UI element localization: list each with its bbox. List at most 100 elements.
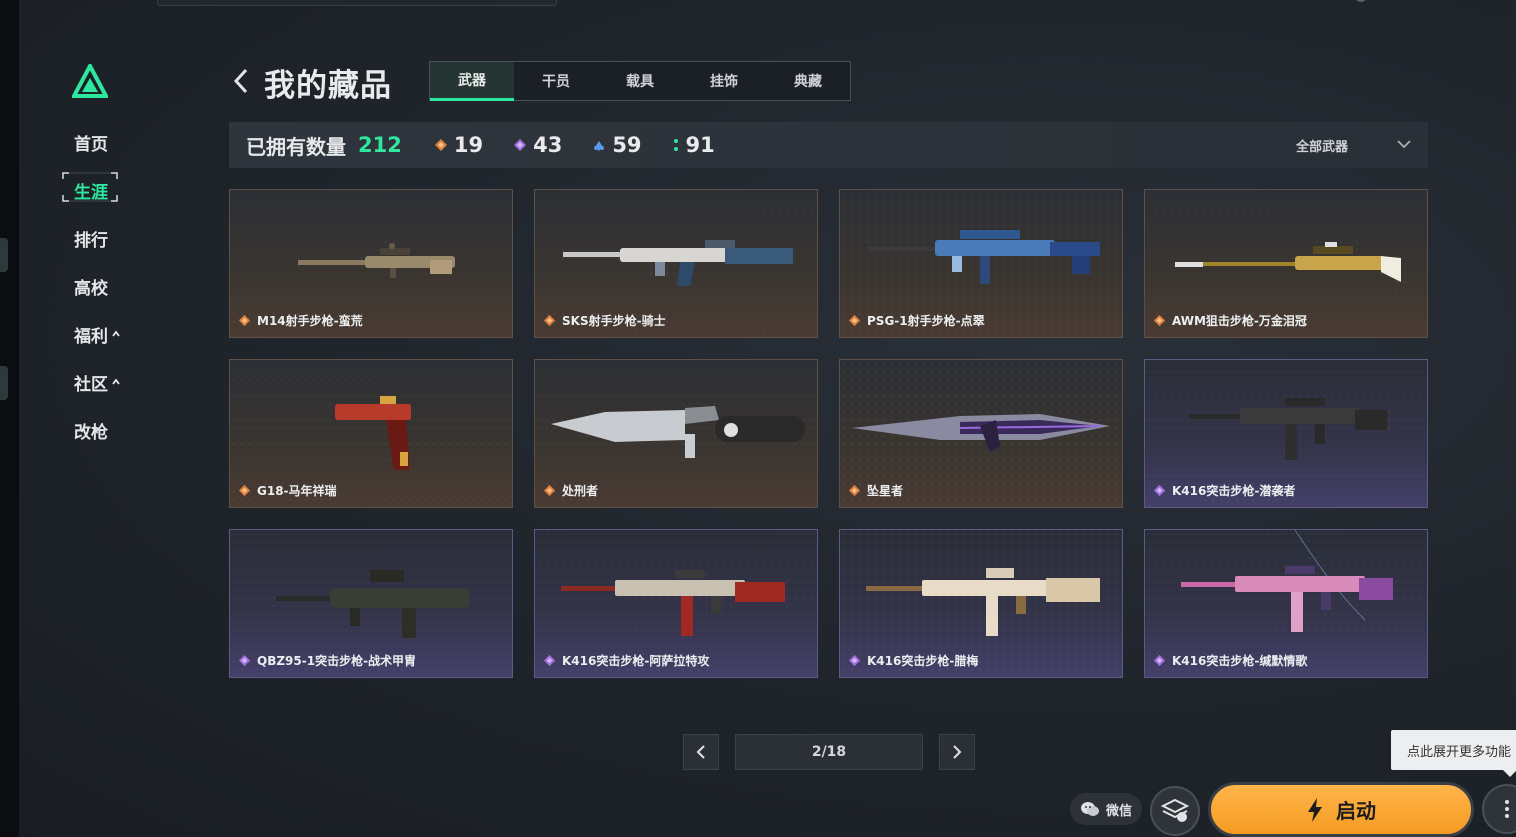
gold-diamond-icon: [434, 139, 447, 151]
edge-marker: [0, 238, 8, 272]
tab-operators[interactable]: 干员: [514, 62, 598, 100]
weapon-image-awm: [1175, 242, 1401, 282]
wechat-label: 微信: [1106, 803, 1133, 819]
weapon-image-starfall-knife: [852, 414, 1110, 452]
weapon-card[interactable]: AWM狙击步枪-万金泪冠: [1144, 189, 1428, 338]
tab-vehicles[interactable]: 载具: [598, 62, 682, 100]
weapon-image-executioner-knife: [551, 406, 805, 458]
sidebar-item-label: 排行: [74, 230, 108, 251]
sidebar-item-label: 高校: [74, 278, 108, 299]
rarity-blue-count: 59: [592, 133, 642, 157]
top-right-control[interactable]: [1355, 0, 1367, 2]
weapon-image-sks: [563, 240, 793, 286]
purple-diamond-icon: [1153, 484, 1166, 497]
rarity-count: 43: [533, 133, 563, 157]
weapon-image-psg1: [868, 230, 1100, 284]
weapon-name: 处刑者: [562, 484, 599, 498]
gold-diamond-icon: [1153, 314, 1166, 327]
blue-diamond-icon: [594, 141, 605, 151]
purple-diamond-icon: [514, 139, 527, 151]
chevron-up-icon: [112, 330, 120, 337]
page-title: 我的藏品: [264, 68, 392, 104]
weapon-image-k416-silent-love-song: [1181, 530, 1393, 632]
lightning-icon: [1308, 797, 1322, 822]
gold-diamond-icon: [238, 484, 251, 497]
owned-label: 已拥有数量: [246, 134, 346, 159]
stats-bar: 已拥有数量 212 19 43 59 91 全部武器: [229, 122, 1428, 168]
weapon-name: QBZ95-1突击步枪-战术甲胄: [257, 654, 417, 668]
purple-diamond-icon: [238, 654, 251, 667]
weapon-card[interactable]: SKS射手步枪-骑士: [534, 189, 818, 338]
weapon-image-k416-infiltrator: [1189, 398, 1387, 460]
gold-diamond-icon: [848, 314, 861, 327]
rarity-count: 19: [453, 133, 484, 157]
gold-diamond-icon: [543, 484, 556, 497]
more-options-button[interactable]: [1482, 784, 1516, 834]
weapon-card[interactable]: 处刑者: [534, 359, 818, 508]
weapon-card[interactable]: K416突击步枪-阿萨拉特攻: [534, 529, 818, 678]
tab-weapons[interactable]: 武器: [430, 62, 514, 101]
weapon-card[interactable]: PSG-1射手步枪-点翠: [839, 189, 1123, 338]
weapon-name: 坠星者: [867, 484, 904, 498]
tab-charms[interactable]: 挂饰: [682, 62, 766, 100]
weapon-name: AWM狙击步枪-万金泪冠: [1172, 314, 1307, 328]
weapon-image-k416-wintersweet: [866, 568, 1100, 636]
sidebar-item-gunsmith[interactable]: 改枪: [62, 406, 142, 454]
purple-diamond-icon: [543, 654, 556, 667]
rarity-green-count: 91: [672, 133, 715, 157]
weapon-card[interactable]: G18-马年祥瑞: [229, 359, 513, 508]
rarity-gold-count: 19: [434, 133, 483, 157]
weapon-filter-dropdown[interactable]: 全部武器: [1296, 136, 1348, 155]
sidebar-item-career[interactable]: 生涯: [62, 166, 142, 214]
purple-diamond-icon: [848, 654, 861, 667]
sidebar-item-ranking[interactable]: 排行: [62, 214, 142, 262]
chevron-right-icon: [953, 745, 962, 759]
sidebar-item-welfare[interactable]: 福利: [62, 310, 142, 358]
weapon-image-g18: [335, 396, 411, 470]
more-features-tooltip: 点此展开更多功能: [1391, 730, 1516, 770]
sidebar-item-label: 福利: [74, 326, 108, 347]
weapon-card[interactable]: 坠星者: [839, 359, 1123, 508]
sidebar-item-home[interactable]: 首页: [62, 118, 142, 166]
weapon-name: K416突击步枪-缄默情歌: [1172, 654, 1308, 668]
page-indicator[interactable]: 2/18: [735, 734, 923, 770]
gold-diamond-icon: [848, 484, 861, 497]
active-frame-icon: [62, 172, 118, 202]
weapon-card[interactable]: M14射手步枪-蛮荒: [229, 189, 513, 338]
app-logo-icon[interactable]: [72, 64, 108, 98]
tab-collection[interactable]: 典藏: [766, 62, 850, 100]
weapon-name: G18-马年祥瑞: [257, 484, 337, 498]
edge-marker: [0, 366, 8, 400]
next-page-button[interactable]: [939, 734, 975, 770]
rarity-count: 59: [612, 133, 642, 157]
rarity-purple-count: 43: [513, 133, 562, 157]
top-search-bar[interactable]: [157, 0, 557, 6]
green-dot-icon: [673, 139, 678, 151]
weapon-card[interactable]: K416突击步枪-腊梅: [839, 529, 1123, 678]
weapon-name: K416突击步枪-阿萨拉特攻: [562, 654, 710, 668]
chevron-left-icon: [696, 745, 705, 759]
owned-count: 212: [358, 133, 402, 157]
chevron-down-icon[interactable]: [1396, 136, 1412, 152]
sidebar-item-label: 社区: [74, 374, 108, 395]
purple-diamond-icon: [1153, 654, 1166, 667]
more-vertical-icon: [1505, 800, 1509, 818]
sidebar-item-label: 首页: [74, 134, 108, 155]
weapon-name: SKS射手步枪-骑士: [562, 314, 666, 328]
layers-button[interactable]: [1150, 786, 1200, 836]
layers-icon: [1161, 798, 1189, 822]
prev-page-button[interactable]: [683, 734, 719, 770]
left-edge-strip: [0, 0, 19, 837]
back-arrow-icon[interactable]: [232, 66, 250, 96]
weapon-card[interactable]: K416突击步枪-缄默情歌: [1144, 529, 1428, 678]
launch-button[interactable]: 启动: [1208, 782, 1474, 837]
launch-label: 启动: [1336, 799, 1376, 823]
weapon-card[interactable]: QBZ95-1突击步枪-战术甲胄: [229, 529, 513, 678]
rarity-count: 91: [685, 133, 715, 157]
wechat-button[interactable]: 微信: [1070, 793, 1142, 825]
gold-diamond-icon: [238, 314, 251, 327]
sidebar-item-community[interactable]: 社区: [62, 358, 142, 406]
sidebar-item-college[interactable]: 高校: [62, 262, 142, 310]
weapon-card[interactable]: K416突击步枪-潜袭者: [1144, 359, 1428, 508]
weapon-image-qbz95: [276, 570, 470, 638]
